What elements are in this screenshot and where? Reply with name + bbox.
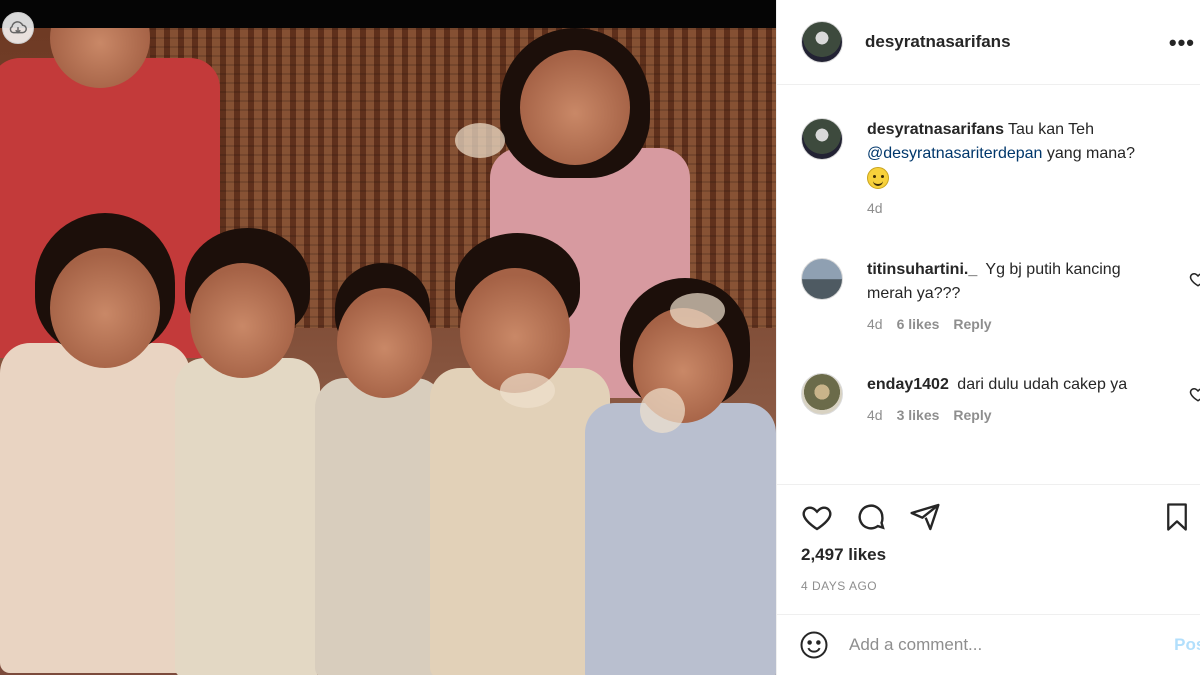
comment-username[interactable]: enday1402 bbox=[867, 376, 949, 393]
caption-meta: 4d bbox=[867, 200, 1167, 216]
cake-crumbs bbox=[670, 293, 725, 328]
post-side-panel: desyratnasarifans ••• desyratnasarifans T… bbox=[776, 0, 1200, 675]
reply-button[interactable]: Reply bbox=[953, 407, 991, 423]
comment-time[interactable]: 4d bbox=[867, 316, 883, 332]
post-button[interactable]: Post bbox=[1174, 635, 1200, 655]
comment-likes[interactable]: 3 likes bbox=[897, 407, 940, 423]
share-button[interactable] bbox=[907, 499, 943, 535]
comment-content: dari dulu udah cakep ya bbox=[957, 376, 1128, 393]
comment-time[interactable]: 4d bbox=[867, 407, 883, 423]
person-child-4 bbox=[430, 233, 610, 675]
list-item: titinsuhartini._ Yg bj putih kancing mer… bbox=[801, 258, 1200, 332]
heart-icon[interactable] bbox=[1189, 270, 1200, 288]
person-child-1 bbox=[0, 213, 200, 675]
post-header: desyratnasarifans ••• bbox=[777, 0, 1200, 85]
caption-mention[interactable]: @desyratnasariterdepan bbox=[867, 145, 1042, 162]
save-button[interactable] bbox=[1159, 499, 1195, 535]
post-timestamp[interactable]: 4 DAYS AGO bbox=[801, 579, 877, 593]
comment-meta: 4d 6 likes Reply bbox=[867, 316, 1167, 332]
cake-crumbs bbox=[455, 123, 505, 158]
comment-button[interactable] bbox=[853, 499, 889, 535]
person-child-2 bbox=[175, 228, 325, 675]
cake-crumbs bbox=[500, 373, 555, 408]
caption-text-before: Tau kan Teh bbox=[1007, 121, 1094, 138]
like-button[interactable] bbox=[799, 499, 835, 535]
comment-icon bbox=[858, 504, 885, 530]
caption-username[interactable]: desyratnasarifans bbox=[867, 121, 1004, 138]
comment-meta: 4d 3 likes Reply bbox=[867, 407, 1167, 423]
avatar[interactable] bbox=[801, 258, 843, 300]
post-username[interactable]: desyratnasarifans bbox=[865, 32, 1011, 52]
caption-text: desyratnasarifans Tau kan Teh @desyratnas… bbox=[867, 118, 1167, 190]
smiling-face-emoji bbox=[867, 166, 889, 189]
likes-count[interactable]: 2,497 likes bbox=[801, 545, 886, 565]
avatar[interactable] bbox=[801, 21, 843, 63]
reply-button[interactable]: Reply bbox=[953, 316, 991, 332]
comment-username[interactable]: titinsuhartini._ bbox=[867, 261, 977, 278]
post-photo-panel bbox=[0, 0, 776, 675]
bookmark-icon bbox=[1167, 503, 1187, 531]
comment-text: titinsuhartini._ Yg bj putih kancing mer… bbox=[867, 258, 1167, 306]
post-actions: 2,497 likes 4 DAYS AGO bbox=[777, 484, 1200, 614]
share-icon bbox=[910, 503, 940, 531]
heart-icon bbox=[802, 506, 832, 531]
cloud-sync-icon[interactable] bbox=[2, 12, 34, 44]
caption-time[interactable]: 4d bbox=[867, 200, 883, 216]
comment-likes[interactable]: 6 likes bbox=[897, 316, 940, 332]
caption-text-after: yang mana? bbox=[1046, 145, 1135, 162]
caption: desyratnasarifans Tau kan Teh @desyratnas… bbox=[801, 118, 1197, 216]
list-item: enday1402 dari dulu udah cakep ya 4d 3 l… bbox=[801, 373, 1200, 423]
comments-list: desyratnasarifans Tau kan Teh @desyratnas… bbox=[777, 86, 1200, 484]
action-icons bbox=[799, 499, 943, 535]
photo-top-bar bbox=[0, 0, 776, 28]
cake-crumbs bbox=[640, 388, 685, 433]
post-photo[interactable] bbox=[0, 28, 776, 675]
comment-text: enday1402 dari dulu udah cakep ya bbox=[867, 373, 1167, 397]
comment-input[interactable] bbox=[849, 635, 1149, 655]
avatar[interactable] bbox=[801, 118, 843, 160]
avatar[interactable] bbox=[801, 373, 843, 415]
more-icon[interactable]: ••• bbox=[1169, 30, 1195, 56]
person-child-5 bbox=[585, 278, 776, 675]
heart-icon[interactable] bbox=[1189, 385, 1200, 403]
smile-icon[interactable] bbox=[799, 630, 829, 660]
add-comment-bar: Post bbox=[777, 614, 1200, 675]
